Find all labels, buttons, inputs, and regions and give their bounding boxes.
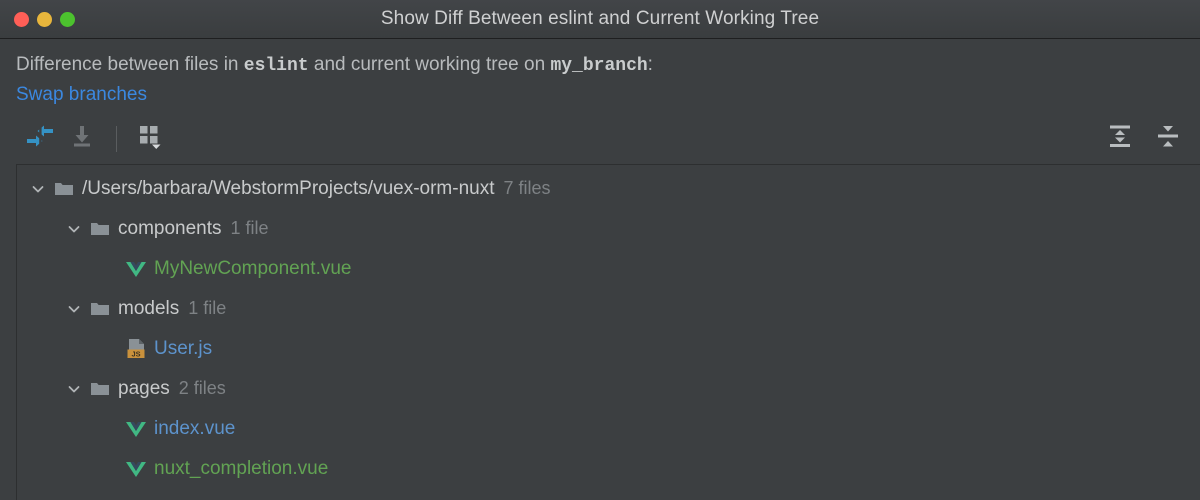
folder-icon bbox=[51, 180, 77, 197]
file-label: index.vue bbox=[154, 417, 236, 439]
window-title: Show Diff Between eslint and Current Wor… bbox=[380, 8, 820, 29]
file-label: User.js bbox=[154, 337, 213, 359]
expand-all-button[interactable] bbox=[1102, 121, 1138, 157]
tree-row[interactable]: models 1 file bbox=[17, 289, 1200, 329]
window-controls bbox=[0, 11, 75, 27]
description-text-part2: and current working tree on bbox=[308, 54, 551, 75]
file-label: nuxt_completion.vue bbox=[154, 457, 329, 479]
group-by-icon bbox=[136, 122, 166, 155]
folder-file-count: 1 file bbox=[188, 298, 227, 318]
root-file-count: 7 files bbox=[503, 178, 551, 198]
swap-branches-link[interactable]: Swap branches bbox=[16, 84, 147, 106]
tree-row[interactable]: JS User.js bbox=[17, 329, 1200, 369]
folder-label: components bbox=[118, 217, 222, 239]
show-diff-button[interactable] bbox=[22, 121, 58, 157]
toolbar-left-group bbox=[22, 121, 169, 157]
group-by-button[interactable] bbox=[133, 121, 169, 157]
folder-file-count: 2 files bbox=[178, 378, 226, 398]
vue-file-icon bbox=[123, 260, 149, 278]
chevron-down-icon[interactable] bbox=[25, 182, 51, 196]
download-icon bbox=[69, 123, 95, 154]
diff-toolbar bbox=[0, 114, 1200, 164]
tree-row[interactable]: pages 2 files bbox=[17, 369, 1200, 409]
root-path-label: /Users/barbara/WebstormProjects/vuex-orm… bbox=[82, 177, 495, 199]
folder-icon bbox=[87, 300, 113, 317]
diff-dialog-window: Show Diff Between eslint and Current Wor… bbox=[0, 0, 1200, 500]
chevron-down-icon[interactable] bbox=[61, 222, 87, 236]
folder-icon bbox=[87, 380, 113, 397]
tree-row[interactable]: nuxt_completion.vue bbox=[17, 449, 1200, 489]
get-from-branch-button[interactable] bbox=[64, 121, 100, 157]
folder-label: models bbox=[118, 297, 180, 319]
folder-file-count: 1 file bbox=[230, 218, 269, 238]
tree-row[interactable]: index.vue bbox=[17, 409, 1200, 449]
folder-label: pages bbox=[118, 377, 170, 399]
collapse-all-icon bbox=[1154, 122, 1182, 155]
js-file-icon: JS bbox=[123, 338, 149, 359]
tree-row[interactable]: components 1 file bbox=[17, 209, 1200, 249]
dialog-header: Difference between files in eslint and c… bbox=[0, 39, 1200, 106]
collapse-all-button[interactable] bbox=[1150, 121, 1186, 157]
changed-files-tree[interactable]: /Users/barbara/WebstormProjects/vuex-orm… bbox=[16, 163, 1200, 500]
folder-icon bbox=[87, 220, 113, 237]
description-text-part3: : bbox=[647, 54, 653, 75]
source-branch-name: eslint bbox=[243, 56, 309, 76]
description-text-part1: Difference between files in bbox=[16, 54, 244, 75]
file-label: MyNewComponent.vue bbox=[154, 257, 352, 279]
expand-all-icon bbox=[1106, 122, 1134, 155]
tree-row[interactable]: MyNewComponent.vue bbox=[17, 249, 1200, 289]
compare-arrows-icon bbox=[25, 123, 55, 154]
close-button[interactable] bbox=[14, 11, 29, 27]
chevron-down-icon[interactable] bbox=[61, 302, 87, 316]
current-branch-name: my_branch bbox=[550, 56, 648, 76]
vue-file-icon bbox=[123, 460, 149, 478]
toolbar-separator bbox=[116, 125, 117, 152]
difference-description: Difference between files in eslint and c… bbox=[16, 53, 1200, 78]
toolbar-right-group bbox=[1102, 121, 1186, 157]
tree-row[interactable]: /Users/barbara/WebstormProjects/vuex-orm… bbox=[17, 169, 1200, 209]
zoom-button[interactable] bbox=[60, 11, 75, 27]
title-bar: Show Diff Between eslint and Current Wor… bbox=[0, 0, 1200, 39]
svg-text:JS: JS bbox=[131, 350, 140, 359]
chevron-down-icon[interactable] bbox=[61, 382, 87, 396]
minimize-button[interactable] bbox=[37, 11, 52, 27]
vue-file-icon bbox=[123, 420, 149, 438]
